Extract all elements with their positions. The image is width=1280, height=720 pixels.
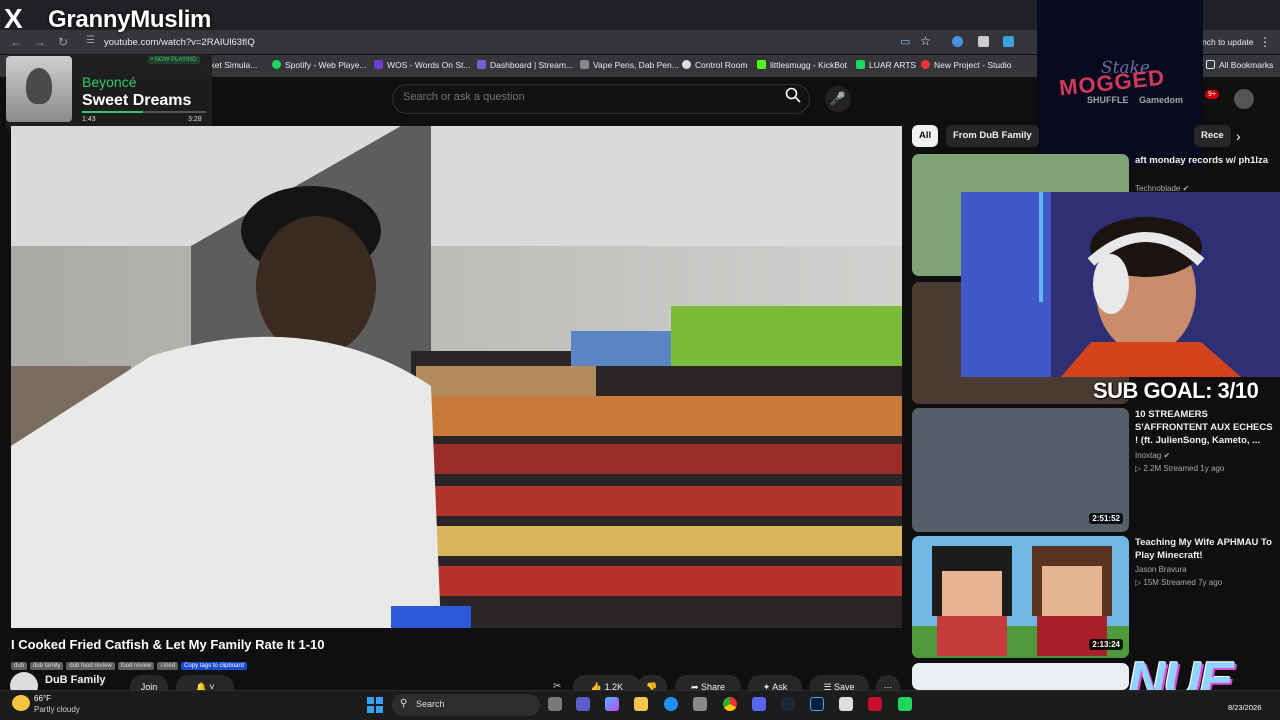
steam-icon[interactable]: [781, 697, 795, 711]
extension-icon[interactable]: [978, 36, 989, 47]
search-icon[interactable]: [780, 87, 806, 111]
url-field[interactable]: youtube.com/watch?v=2RAIUl63fIQ: [104, 37, 255, 48]
bookmark-item[interactable]: Spotify - Web Playe...: [272, 60, 367, 70]
back-icon[interactable]: ←: [10, 35, 22, 49]
kickbot-icon: [757, 60, 766, 69]
windows-start-icon[interactable]: [367, 697, 383, 713]
recommendation-channel[interactable]: Jason Bravura: [1135, 563, 1187, 576]
search-input[interactable]: [403, 91, 763, 103]
teams-icon[interactable]: [576, 697, 590, 711]
notification-badge[interactable]: 9+: [1205, 90, 1219, 99]
copy-tags-button[interactable]: Copy tags to clipboard: [181, 662, 247, 670]
taskbar-search[interactable]: ⚲ Search: [392, 694, 540, 716]
channel-name[interactable]: DuB Family: [45, 674, 106, 686]
tag-pill[interactable]: dub food review: [66, 662, 115, 670]
chrome-icon[interactable]: [723, 697, 737, 711]
chevron-right-icon[interactable]: ›: [1236, 128, 1241, 144]
duration-badge: 2:51:52: [1089, 513, 1123, 524]
sponsor-overlay: Stake MOGGED SHUFFLE Gamedom: [1037, 0, 1203, 166]
search-box[interactable]: [392, 84, 810, 114]
file-explorer-icon[interactable]: [634, 697, 648, 711]
progress-bar: [82, 111, 206, 113]
account-avatar[interactable]: [1234, 89, 1254, 109]
video-title: I Cooked Fried Catfish & Let My Family R…: [11, 637, 325, 652]
microphone-icon[interactable]: 🎤: [825, 86, 851, 112]
webcam-overlay: [961, 192, 1280, 377]
tag-pill[interactable]: dub family: [30, 662, 64, 670]
bookmark-item[interactable]: Control Room: [682, 60, 747, 70]
album-art: [6, 56, 72, 122]
copilot-icon[interactable]: [605, 697, 619, 711]
bookmark-star-icon[interactable]: ☆: [920, 34, 931, 48]
bookmark-item[interactable]: littlesmugg - KickBot: [757, 60, 847, 70]
progress-fill: [82, 111, 143, 113]
recommendation-stats: ▷ 15M Streamed 7y ago: [1135, 578, 1223, 587]
recommendation-stats: ▷ 2.2M Streamed 1y ago: [1135, 464, 1225, 473]
extension-icon[interactable]: [952, 36, 963, 47]
weather-widget[interactable]: 66°F Partly cloudy: [34, 693, 80, 715]
kick-app-icon[interactable]: [898, 697, 912, 711]
recommendation-title[interactable]: aft monday records w/ ph1lza: [1135, 154, 1275, 167]
sponsor-gamedom: Gamedom: [1139, 95, 1184, 105]
x-logo-icon: X: [4, 3, 23, 34]
all-bookmarks-button[interactable]: All Bookmarks: [1206, 60, 1273, 70]
chip-all[interactable]: All: [912, 125, 939, 147]
spotify-icon: [272, 60, 281, 69]
video-frame: [11, 126, 902, 628]
bookmark-item[interactable]: LUAR ARTS: [856, 60, 916, 70]
sub-goal-overlay: SUB GOAL: 3/10: [1093, 378, 1259, 403]
kebab-menu-icon[interactable]: ⋮: [1259, 35, 1271, 49]
sponsor-shuffle: SHUFFLE: [1087, 95, 1129, 105]
folder-icon: [1206, 60, 1215, 69]
song-title: Sweet Dreams: [82, 92, 192, 109]
video-tags: dub dub family dub food review food review i…: [11, 654, 250, 670]
tag-pill[interactable]: food review: [117, 662, 155, 670]
task-view-icon[interactable]: [548, 697, 562, 711]
recommendation-title[interactable]: 10 STREAMERS S'AFFRONTENT AUX ECHECS ! (…: [1135, 408, 1275, 447]
webcam-feed: [961, 192, 1280, 377]
vape-site-icon: [580, 60, 589, 69]
site-info-icon[interactable]: ☰: [86, 35, 95, 46]
bookmark-item[interactable]: Dashboard | Stream...: [477, 60, 573, 70]
weather-icon[interactable]: [12, 695, 30, 711]
chip-from-channel[interactable]: From DuB Family: [946, 125, 1039, 147]
tag-pill[interactable]: dub: [11, 662, 28, 670]
angular-app-icon[interactable]: [868, 697, 882, 711]
recommendation-thumbnail[interactable]: 2:51:52: [912, 408, 1129, 532]
recommendation-channel[interactable]: Inoxtag ✔: [1135, 449, 1170, 462]
luar-arts-icon: [856, 60, 865, 69]
video-player[interactable]: [11, 126, 902, 628]
bookmark-item[interactable]: New Project - Studio: [921, 60, 1011, 70]
bookmark-item[interactable]: WOS - Words On St...: [374, 60, 470, 70]
discord-icon[interactable]: [752, 697, 766, 711]
notepad-icon[interactable]: [839, 697, 853, 711]
chip-recent[interactable]: Rece: [1194, 125, 1231, 147]
relaunch-update-button[interactable]: nch to update: [1202, 37, 1254, 47]
now-playing-tag: • NOW PLAYING: [148, 56, 200, 64]
elapsed-time: 1:43: [82, 116, 96, 123]
total-time: 3:28: [188, 116, 202, 123]
edge-icon[interactable]: [664, 697, 678, 711]
studio-icon: [921, 60, 930, 69]
recommendation-title[interactable]: Teaching My Wife APHMAU To Play Minecraf…: [1135, 536, 1275, 562]
extension-icon[interactable]: [1003, 36, 1014, 47]
tag-pill[interactable]: i tried: [157, 662, 179, 670]
cast-icon[interactable]: ▭: [900, 35, 910, 48]
bookmark-item[interactable]: Vape Pens, Dab Pen...: [580, 60, 679, 70]
reload-icon[interactable]: ↻: [58, 35, 68, 49]
store-icon[interactable]: [693, 697, 707, 711]
search-icon: ⚲: [400, 698, 408, 709]
duration-badge: 2:13:24: [1089, 639, 1123, 650]
streamer-name: GrannyMuslim: [48, 6, 212, 33]
taskbar-date: 8/23/2026: [1228, 703, 1262, 712]
recommendation-thumbnail[interactable]: [912, 663, 1129, 690]
streamlabs-icon: [477, 60, 486, 69]
artist-name: Beyoncé: [82, 74, 137, 90]
recommendation-thumbnail[interactable]: 2:13:24: [912, 536, 1129, 658]
photoshop-icon[interactable]: [810, 697, 824, 711]
control-room-icon: [682, 60, 691, 69]
wos-icon: [374, 60, 383, 69]
now-playing-widget: • NOW PLAYING Beyoncé Sweet Dreams 1:43 …: [6, 54, 212, 132]
forward-icon[interactable]: →: [34, 35, 46, 49]
